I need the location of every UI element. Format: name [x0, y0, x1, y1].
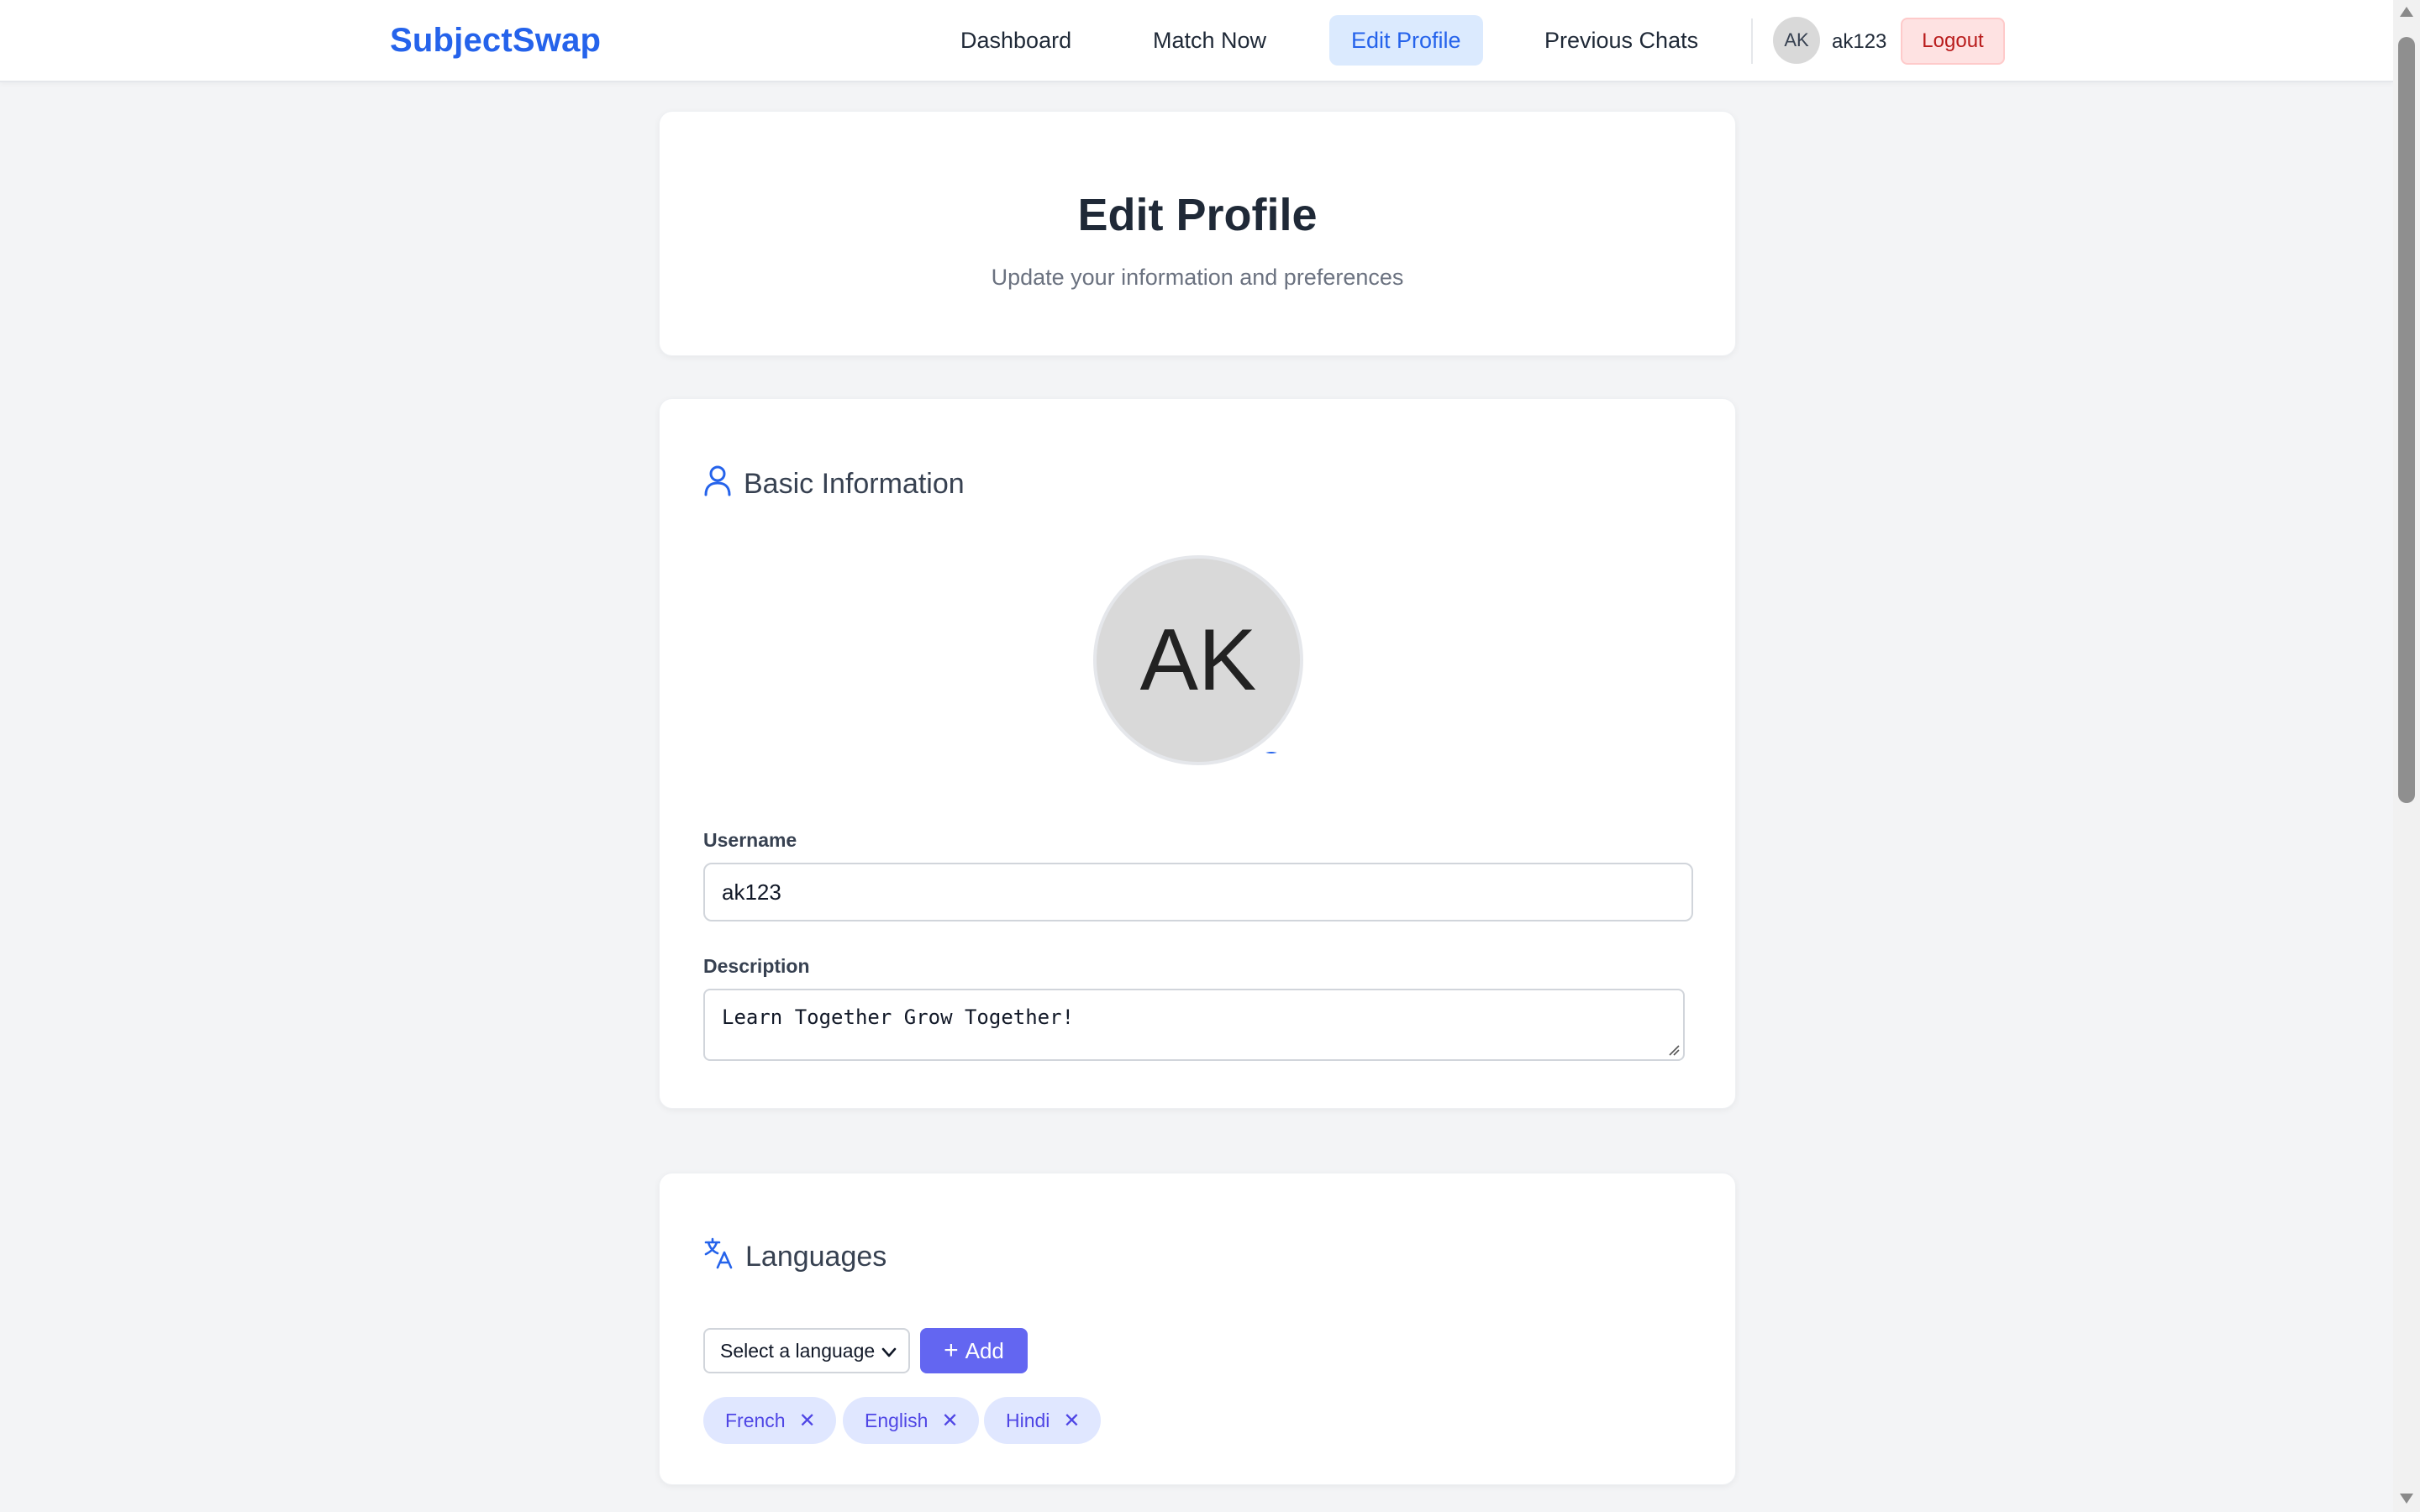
- basic-info-title: Basic Information: [744, 468, 965, 500]
- language-chip-label: English: [865, 1409, 929, 1431]
- language-chip: French ✕: [703, 1397, 836, 1444]
- resize-grip-icon[interactable]: [1668, 1044, 1680, 1056]
- remove-chip-icon[interactable]: ✕: [1063, 1409, 1080, 1433]
- plus-icon: +: [944, 1336, 959, 1364]
- language-chip: Hindi ✕: [984, 1397, 1101, 1444]
- profile-avatar-initials: AK: [1139, 611, 1257, 709]
- languages-title: Languages: [745, 1241, 887, 1273]
- logout-button[interactable]: Logout: [1901, 18, 2005, 65]
- basic-info-heading: Basic Information: [703, 465, 965, 504]
- page-scrollbar[interactable]: [2393, 0, 2420, 1512]
- scroll-down-icon[interactable]: [2400, 1494, 2413, 1504]
- user-name: ak123: [1832, 30, 1887, 53]
- nav-dashboard[interactable]: Dashboard: [939, 15, 1093, 66]
- page-subtitle: Update your information and preferences: [991, 265, 1404, 290]
- scroll-up-icon[interactable]: [2400, 7, 2413, 17]
- languages-heading: Languages: [703, 1237, 886, 1277]
- description-textarea[interactable]: Learn Together Grow Together!: [703, 989, 1685, 1061]
- nav-match-now[interactable]: Match Now: [1131, 15, 1288, 66]
- chevron-down-icon: [881, 1347, 897, 1357]
- languages-card: Languages Select a language + Add French…: [659, 1173, 1736, 1485]
- scroll-thumb[interactable]: [2398, 37, 2415, 803]
- username-input[interactable]: ak123: [703, 863, 1693, 921]
- basic-info-card: Basic Information AK Username ak123 Desc…: [659, 398, 1736, 1109]
- brand-logo[interactable]: SubjectSwap: [390, 22, 601, 60]
- user-icon: [703, 465, 744, 504]
- add-language-label: Add: [965, 1337, 1004, 1363]
- description-text: Learn Together Grow Together!: [722, 1005, 1075, 1029]
- add-language-button[interactable]: + Add: [920, 1328, 1028, 1373]
- username-label: Username: [703, 829, 797, 851]
- language-chip: English ✕: [843, 1397, 979, 1444]
- nav-previous-chats[interactable]: Previous Chats: [1523, 15, 1720, 66]
- language-select-value: Select a language: [720, 1339, 876, 1362]
- remove-chip-icon[interactable]: ✕: [941, 1409, 958, 1433]
- remove-chip-icon[interactable]: ✕: [799, 1409, 816, 1433]
- nav-divider: [1751, 18, 1753, 64]
- page-title: Edit Profile: [1077, 190, 1318, 240]
- edit-avatar-icon[interactable]: [1251, 713, 1292, 753]
- profile-avatar[interactable]: AK: [1093, 555, 1303, 765]
- user-avatar[interactable]: AK: [1773, 17, 1820, 64]
- translate-icon: [703, 1237, 745, 1277]
- page-header-card: Edit Profile Update your information and…: [659, 111, 1736, 356]
- top-navbar: SubjectSwap Dashboard Match Now Edit Pro…: [0, 0, 2393, 82]
- description-label: Description: [703, 955, 810, 977]
- language-select[interactable]: Select a language: [703, 1328, 910, 1373]
- nav-edit-profile[interactable]: Edit Profile: [1329, 15, 1483, 66]
- language-chip-label: Hindi: [1006, 1409, 1050, 1431]
- language-chip-label: French: [725, 1409, 786, 1431]
